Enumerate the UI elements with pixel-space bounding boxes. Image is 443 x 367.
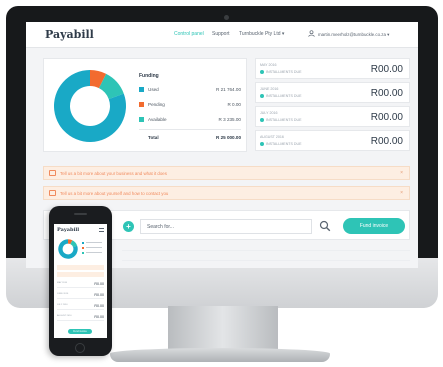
status-dot-icon [260, 70, 264, 75]
funding-row-available: Available R 3 235.00 [139, 116, 241, 124]
phone-speaker [74, 213, 87, 215]
nav-support[interactable]: Support [212, 31, 230, 37]
monitor-stand [168, 306, 278, 352]
funding-divider [139, 129, 241, 130]
funding-row-used: Used R 21 764.00 [139, 86, 241, 94]
funding-title: Funding [139, 73, 159, 79]
nav-company-dropdown[interactable]: Turnbuckle Pty Ltd ▾ [239, 31, 284, 37]
marketing-mockup: Payabill Control panel Support Turnbuckl… [0, 0, 443, 367]
hamburger-menu-icon[interactable] [99, 228, 104, 232]
phone-installment-row: MAY 2016 R0.00 [57, 281, 104, 288]
phone-installment-value: R0.00 [94, 304, 104, 308]
phone-installment-month: JULY 2016 [57, 304, 68, 306]
installment-month: JUNE 2016 [260, 87, 279, 91]
phone-legend-row [82, 252, 103, 255]
phone-installment-value: R0.00 [94, 282, 104, 286]
table-divider [122, 260, 410, 261]
installment-amount: R00.00 [370, 64, 403, 75]
card-icon [49, 190, 56, 196]
funding-row-value: R 0.00 [227, 102, 241, 107]
table-divider [122, 250, 410, 251]
phone-installment-value: R0.00 [94, 315, 104, 319]
installment-status: INSTALLMENTS DUE [260, 70, 302, 75]
close-icon[interactable]: × [400, 190, 403, 196]
status-dot-icon [260, 94, 264, 99]
user-menu[interactable]: martin.meerholz@turnbuckle.co.za ▾ [318, 32, 389, 38]
funding-row-total: Total R 25 000.00 [139, 134, 241, 142]
installment-month: JULY 2016 [260, 111, 278, 115]
funding-row-value: R 21 764.00 [215, 87, 241, 92]
installment-status-text: INSTALLMENTS DUE [266, 142, 302, 146]
phone-brand-logo: Payabill [57, 227, 80, 233]
funding-card: Funding Used R 21 764.00 Pending R 0.00 … [43, 58, 247, 152]
installment-amount: R00.00 [370, 88, 403, 99]
alert-text: Tell us a bit more about your business a… [60, 171, 167, 176]
installment-card[interactable]: JUNE 2016 INSTALLMENTS DUE R00.00 [255, 82, 410, 103]
installment-amount: R00.00 [370, 112, 403, 123]
alert-text: Tell us a bit more about yourself and ho… [60, 191, 169, 196]
phone-alert [57, 265, 104, 270]
funding-donut-chart [53, 70, 126, 142]
add-button[interactable]: + [123, 221, 134, 232]
funding-total-value: R 25 000.00 [215, 135, 241, 140]
user-icon [308, 30, 315, 37]
card-icon [49, 170, 56, 176]
installment-month: MAY 2016 [260, 63, 277, 67]
phone-installment-row: AUGUST 2016 R0.00 [57, 314, 104, 321]
contact-info-alert[interactable]: Tell us a bit more about yourself and ho… [43, 186, 410, 200]
installment-card[interactable]: JULY 2016 INSTALLMENTS DUE R00.00 [255, 106, 410, 127]
available-swatch [139, 117, 144, 122]
phone-donut-chart [58, 239, 78, 259]
brand-logo[interactable]: Payabill [45, 28, 94, 41]
funding-total-label: Total [148, 135, 159, 140]
phone-home-button [75, 343, 85, 353]
search-icon[interactable] [319, 220, 331, 232]
funding-row-label: Used [148, 87, 159, 92]
funding-row-pending: Pending R 0.00 [139, 101, 241, 109]
phone-legend-row [82, 247, 103, 250]
phone-mockup: Payabill MAY 2016 R0.00 JUNE 2016 R0.00 … [49, 206, 112, 356]
used-swatch [139, 87, 144, 92]
phone-installment-row: JUNE 2016 R0.00 [57, 292, 104, 299]
camera-icon [224, 15, 229, 20]
app-header: Payabill Control panel Support Turnbuckl… [26, 22, 418, 48]
installment-status-text: INSTALLMENTS DUE [266, 118, 302, 122]
search-input[interactable]: Search for... [140, 219, 312, 234]
fund-invoice-button[interactable]: Fund invoice [343, 218, 405, 234]
close-icon[interactable]: × [400, 170, 403, 176]
funding-row-value: R 3 235.00 [218, 117, 241, 122]
funding-row-label: Available [148, 117, 167, 122]
phone-alert [57, 272, 104, 277]
phone-installment-month: JUNE 2016 [57, 293, 69, 295]
status-dot-icon [260, 118, 264, 123]
business-info-alert[interactable]: Tell us a bit more about your business a… [43, 166, 410, 180]
pending-swatch [139, 102, 144, 107]
monitor-stand-base [110, 348, 330, 362]
phone-installment-row: JULY 2016 R0.00 [57, 303, 104, 310]
phone-screen: Payabill MAY 2016 R0.00 JUNE 2016 R0.00 … [54, 224, 107, 338]
installment-card[interactable]: AUGUST 2016 INSTALLMENTS DUE R00.00 [255, 130, 410, 151]
status-dot-icon [260, 142, 264, 147]
installment-status: INSTALLMENTS DUE [260, 118, 302, 123]
installment-status: INSTALLMENTS DUE [260, 94, 302, 99]
installment-status: INSTALLMENTS DUE [260, 142, 302, 147]
phone-installment-month: AUGUST 2016 [57, 315, 72, 317]
phone-installment-value: R0.00 [94, 293, 104, 297]
funding-row-label: Pending [148, 102, 165, 107]
installment-card[interactable]: MAY 2016 INSTALLMENTS DUE R00.00 [255, 58, 410, 79]
installment-status-text: INSTALLMENTS DUE [266, 70, 302, 74]
installment-amount: R00.00 [370, 136, 403, 147]
phone-installment-month: MAY 2016 [57, 282, 68, 284]
nav-control-panel[interactable]: Control panel [174, 31, 204, 37]
installment-month: AUGUST 2016 [260, 135, 284, 139]
installment-status-text: INSTALLMENTS DUE [266, 94, 302, 98]
phone-fund-invoice-button[interactable]: Fund invoice [68, 329, 92, 334]
phone-legend-row [82, 242, 103, 245]
